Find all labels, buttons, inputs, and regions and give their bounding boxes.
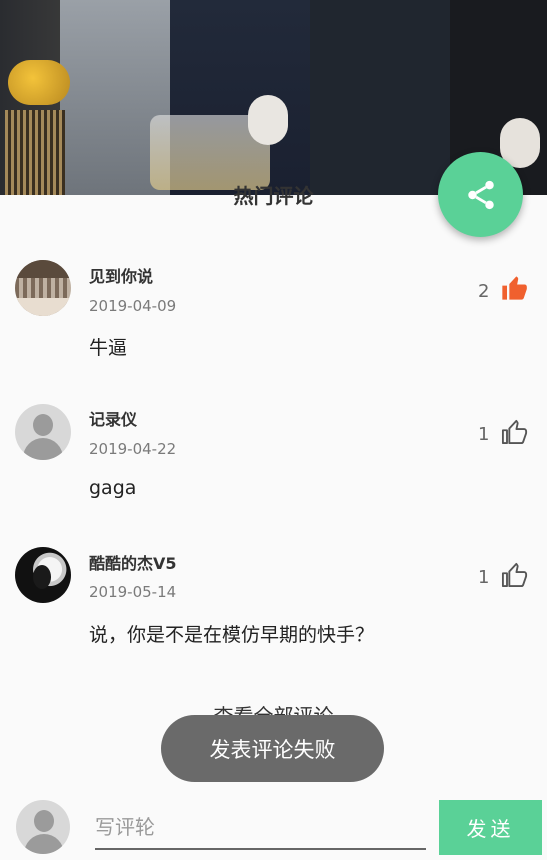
comment-date: 2019-04-22 [89, 440, 177, 458]
like-count: 1 [478, 567, 490, 588]
share-icon [467, 180, 494, 209]
comment-input-wrapper [95, 808, 426, 850]
like-count: 1 [478, 424, 490, 445]
comment-text: 牛逼 [89, 337, 128, 359]
comment-input[interactable] [95, 808, 426, 846]
comment-author[interactable]: 见到你说 [89, 263, 153, 287]
comment-date: 2019-04-09 [89, 297, 177, 315]
current-user-avatar [16, 800, 70, 854]
avatar[interactable] [15, 260, 71, 316]
like-count: 2 [478, 281, 490, 302]
comment-date: 2019-05-14 [89, 583, 177, 601]
avatar[interactable] [15, 404, 71, 460]
comment-author[interactable]: 酷酷的杰V5 [89, 550, 177, 574]
comment-text: 说，你是不是在模仿早期的快手？ [89, 624, 375, 646]
thumbs-up-icon[interactable] [500, 274, 528, 302]
comment-text: gaga [89, 477, 137, 499]
comment-author[interactable]: 记录仪 [89, 406, 137, 430]
send-button[interactable]: 发送 [439, 800, 542, 855]
thumbs-up-outline-icon[interactable] [500, 418, 528, 446]
share-button[interactable] [438, 152, 523, 237]
toast-message: 发表评论失败 [161, 715, 384, 782]
thumbs-up-outline-icon[interactable] [500, 561, 528, 589]
avatar[interactable] [15, 547, 71, 603]
